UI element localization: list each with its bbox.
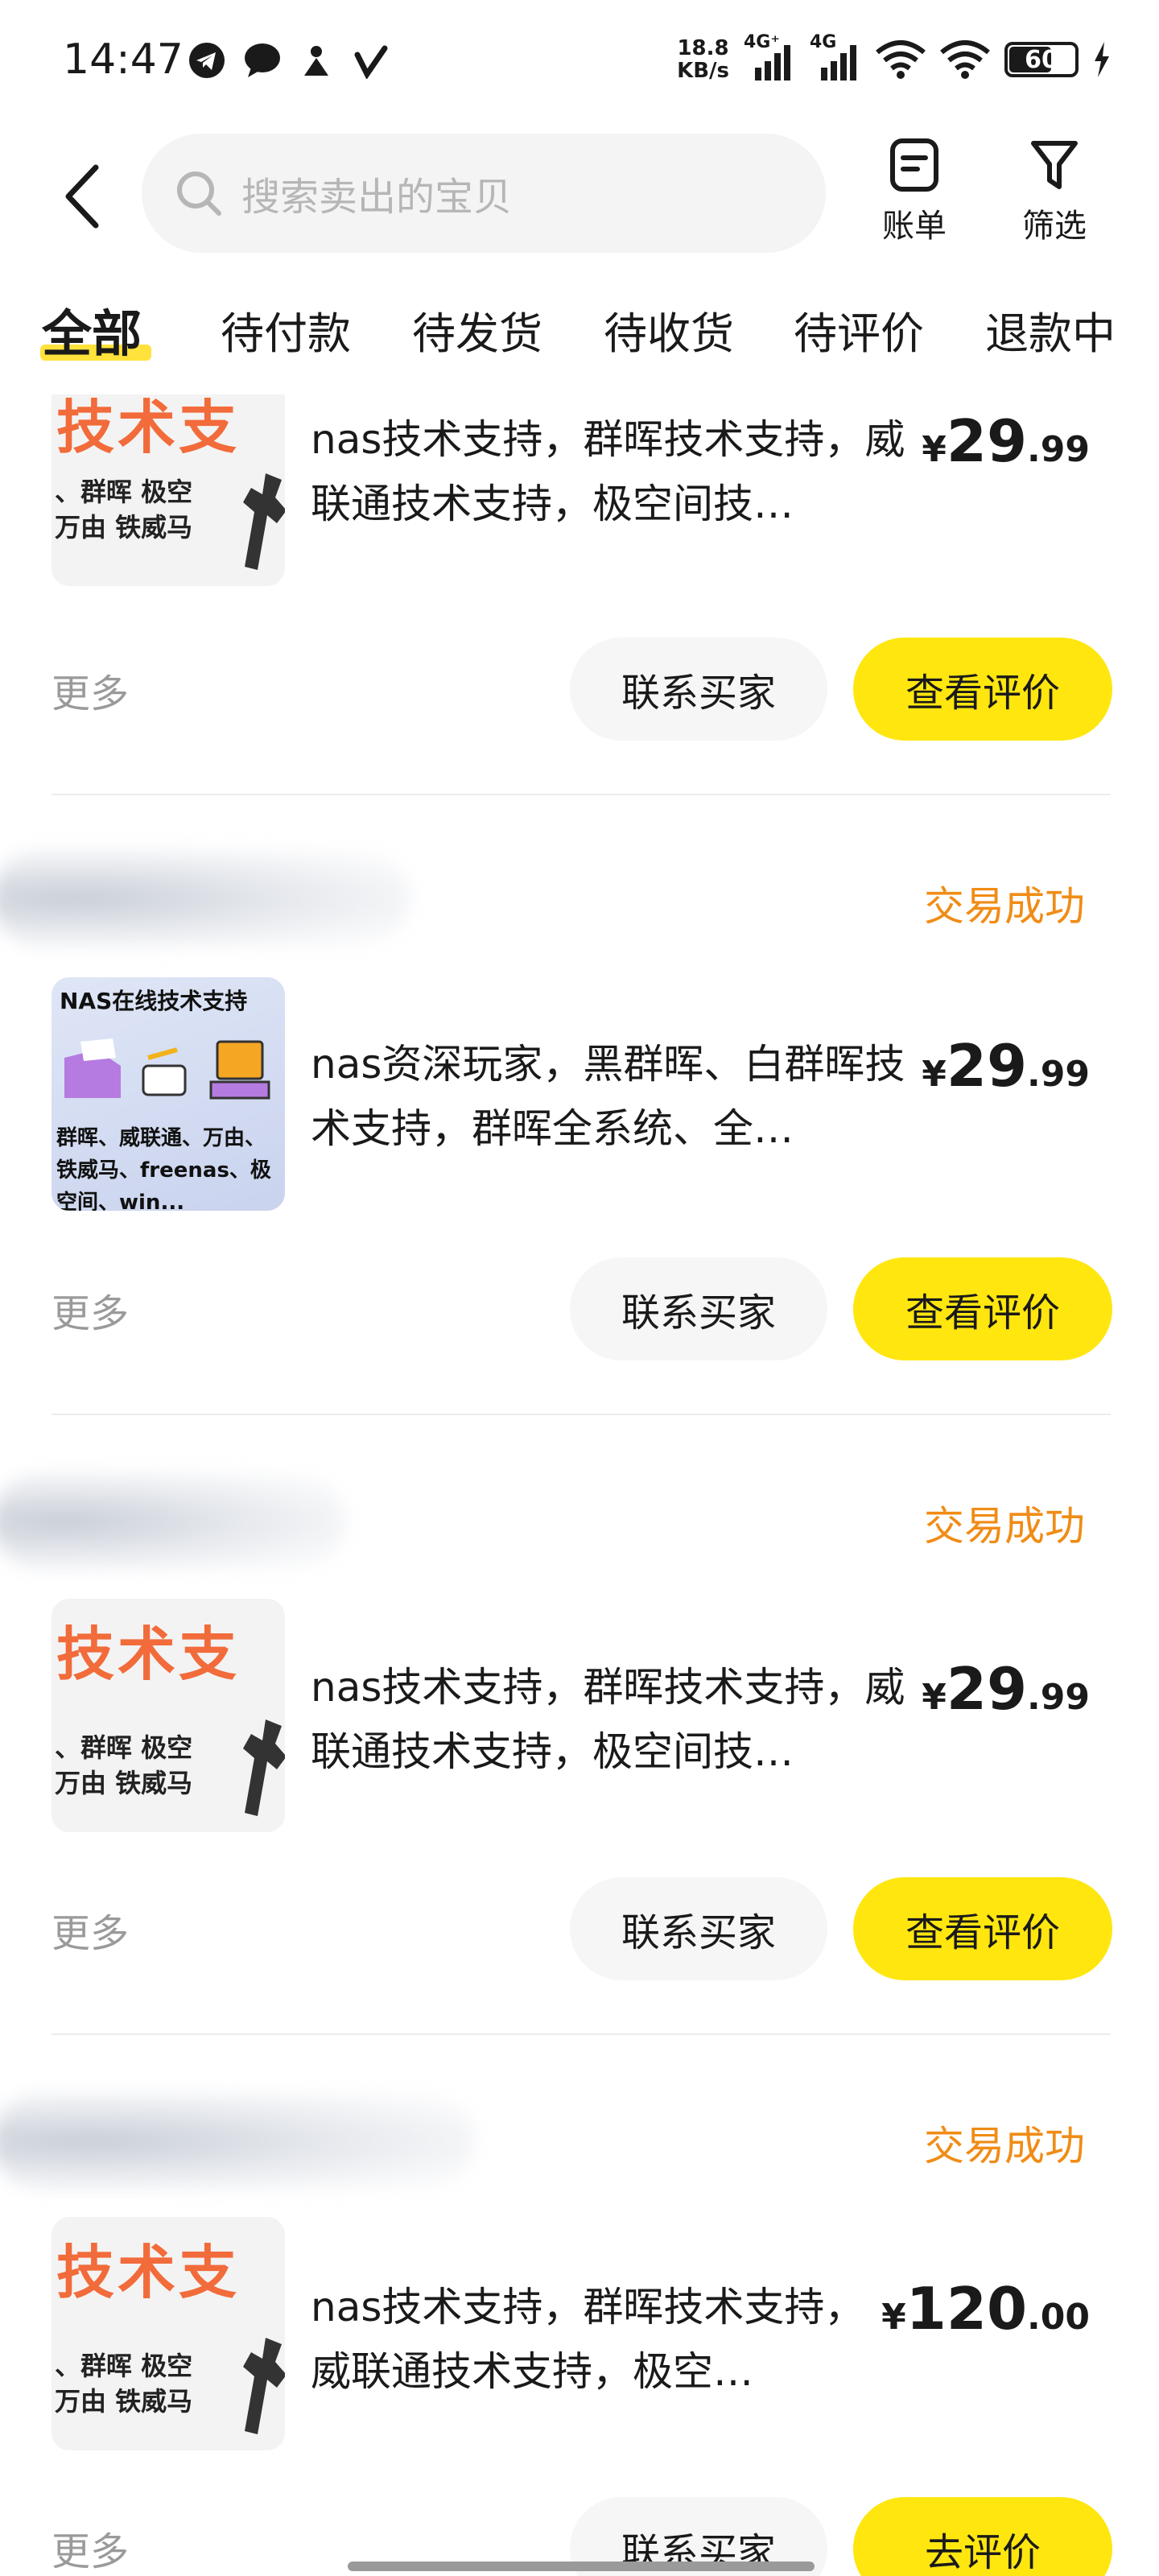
more-link[interactable]: 更多 [52, 662, 129, 718]
thumb-line: 、群晖 极空 [55, 477, 193, 507]
price-integer: 29 [946, 1655, 1028, 1723]
item-price: ¥29.99 [922, 407, 1090, 475]
thumb-line: 、群晖 极空 [55, 1732, 193, 1763]
more-link[interactable]: 更多 [52, 1901, 129, 1958]
view-review-button[interactable]: 查看评价 [853, 638, 1112, 741]
more-link[interactable]: 更多 [52, 2520, 129, 2576]
thumb-line: 、群晖 极空 [55, 2351, 193, 2381]
net-speed-unit: KB/s [677, 59, 729, 83]
signal-icon: 4G⁺ [744, 32, 795, 82]
net-speed: 18.8 KB/s [677, 37, 729, 82]
view-review-button[interactable]: 查看评价 [853, 1257, 1112, 1360]
signal-icon: 4G [810, 32, 861, 82]
bill-label: 账单 [882, 208, 947, 245]
item-thumbnail[interactable]: 技术支 、群晖 极空 万由 铁威马 [52, 394, 285, 586]
item-price: ¥29.99 [922, 1032, 1090, 1100]
item-title[interactable]: nas技术支持，群晖技术支持，威联通技术支持，极空间技… [311, 1655, 938, 1784]
back-button[interactable] [50, 156, 114, 237]
wrench-icon [243, 2338, 285, 2434]
thumb-body: 群晖、威联通、万由、铁威马、freenas、极空间、win... [56, 1126, 271, 1211]
search-icon [177, 171, 221, 216]
tab-pending-shipment[interactable]: 待发货 [412, 298, 542, 361]
home-indicator[interactable] [348, 2562, 815, 2571]
price-integer: 29 [946, 1032, 1028, 1100]
v-check-icon [353, 42, 390, 80]
search-placeholder: 搜索卖出的宝贝 [241, 175, 513, 220]
divider [52, 1414, 1111, 1415]
contact-buyer-button[interactable]: 联系买家 [570, 1257, 827, 1360]
back-arrow-icon [65, 164, 99, 229]
item-price: ¥120.00 [881, 2275, 1090, 2343]
view-review-button[interactable]: 查看评价 [853, 1877, 1112, 1980]
tab-pending-payment[interactable]: 待付款 [221, 298, 351, 361]
contact-buyer-button[interactable]: 联系买家 [570, 1877, 827, 1980]
price-currency: ¥ [922, 1054, 947, 1095]
price-currency: ¥ [881, 2297, 906, 2338]
thumb-line: 万由 铁威马 [55, 2386, 193, 2417]
signal2-label: 4G [810, 32, 837, 52]
item-title[interactable]: nas资深玩家，黑群晖、白群晖技术支持，群晖全系统、全… [311, 1032, 938, 1161]
notification-icons [188, 42, 390, 80]
search-input[interactable]: 搜索卖出的宝贝 [142, 134, 826, 253]
order-status: 交易成功 [924, 2123, 1085, 2169]
telegram-icon [188, 42, 225, 79]
bill-button[interactable]: 账单 [866, 137, 963, 246]
battery-icon: 60 [1004, 42, 1079, 77]
price-integer: 120 [905, 2275, 1028, 2343]
wrench-icon [243, 473, 285, 570]
charging-icon [1095, 42, 1109, 77]
shop-info-blurred[interactable] [0, 1473, 346, 1570]
item-thumbnail[interactable]: 技术支 、群晖 极空 万由 铁威马 [52, 1599, 285, 1832]
contact-buyer-button[interactable]: 联系买家 [570, 638, 827, 741]
filter-icon [1031, 141, 1078, 189]
item-thumbnail[interactable]: NAS在线技术支持 群晖、威联通、万由、铁威马、freenas、极空间、win.… [52, 977, 285, 1211]
bill-icon [890, 138, 938, 192]
status-right: 18.8 KB/s 4G⁺ 4G 60 [677, 32, 1111, 82]
wrench-icon [243, 1719, 285, 1816]
battery-level: 60 [1025, 45, 1058, 74]
item-price: ¥29.99 [922, 1655, 1090, 1723]
thumb-headline: NAS在线技术支持 [60, 988, 248, 1014]
item-thumbnail[interactable]: 技术支 、群晖 极空 万由 铁威马 [52, 2217, 285, 2450]
wifi-icon [876, 40, 926, 79]
thumb-line: 万由 铁威马 [55, 512, 193, 543]
status-bar: 14:47 18.8 KB/s 4G⁺ 4G 60 [0, 0, 1159, 129]
item-title[interactable]: nas技术支持，群晖技术支持，威联通技术支持，极空… [311, 2275, 874, 2404]
order-status: 交易成功 [924, 1503, 1085, 1550]
price-decimal: .99 [1027, 429, 1090, 470]
nas-illustration-icon [64, 1038, 270, 1100]
net-speed-value: 18.8 [677, 36, 729, 60]
divider [52, 794, 1111, 795]
signal1-label: 4G⁺ [744, 32, 780, 52]
filter-button[interactable]: 筛选 [1006, 137, 1103, 246]
tab-all[interactable]: 全部 [42, 293, 142, 365]
price-decimal: .00 [1027, 2297, 1090, 2338]
order-status: 交易成功 [924, 883, 1085, 930]
tab-pending-review[interactable]: 待评价 [794, 298, 924, 361]
tab-refunding[interactable]: 退款中 [985, 298, 1116, 361]
filter-label: 筛选 [1022, 208, 1087, 245]
more-link[interactable]: 更多 [52, 1282, 129, 1338]
price-currency: ¥ [922, 1677, 947, 1718]
shop-info-blurred[interactable] [0, 850, 410, 947]
header: 搜索卖出的宝贝 账单 筛选 [0, 129, 1159, 266]
chat-bubble-icon [243, 42, 280, 79]
shop-info-blurred[interactable] [0, 2093, 475, 2190]
status-time: 14:47 [63, 35, 184, 84]
person-icon [298, 42, 335, 79]
tab-pending-receipt[interactable]: 待收货 [604, 298, 734, 361]
divider [52, 2033, 1111, 2035]
price-decimal: .99 [1027, 1054, 1090, 1095]
price-currency: ¥ [922, 429, 947, 470]
write-review-button[interactable]: 去评价 [853, 2497, 1112, 2576]
order-tabs: 全部 待付款 待发货 待收货 待评价 退款中 [0, 290, 1159, 370]
thumb-headline: 技术支 [56, 394, 241, 461]
thumb-headline: 技术支 [56, 1620, 241, 1688]
item-title[interactable]: nas技术支持，群晖技术支持，威联通技术支持，极空间技… [311, 407, 938, 536]
wifi-icon [940, 40, 990, 79]
thumb-line: 万由 铁威马 [55, 1768, 193, 1798]
thumb-headline: 技术支 [56, 2239, 241, 2306]
price-decimal: .99 [1027, 1677, 1090, 1718]
price-integer: 29 [946, 407, 1028, 475]
